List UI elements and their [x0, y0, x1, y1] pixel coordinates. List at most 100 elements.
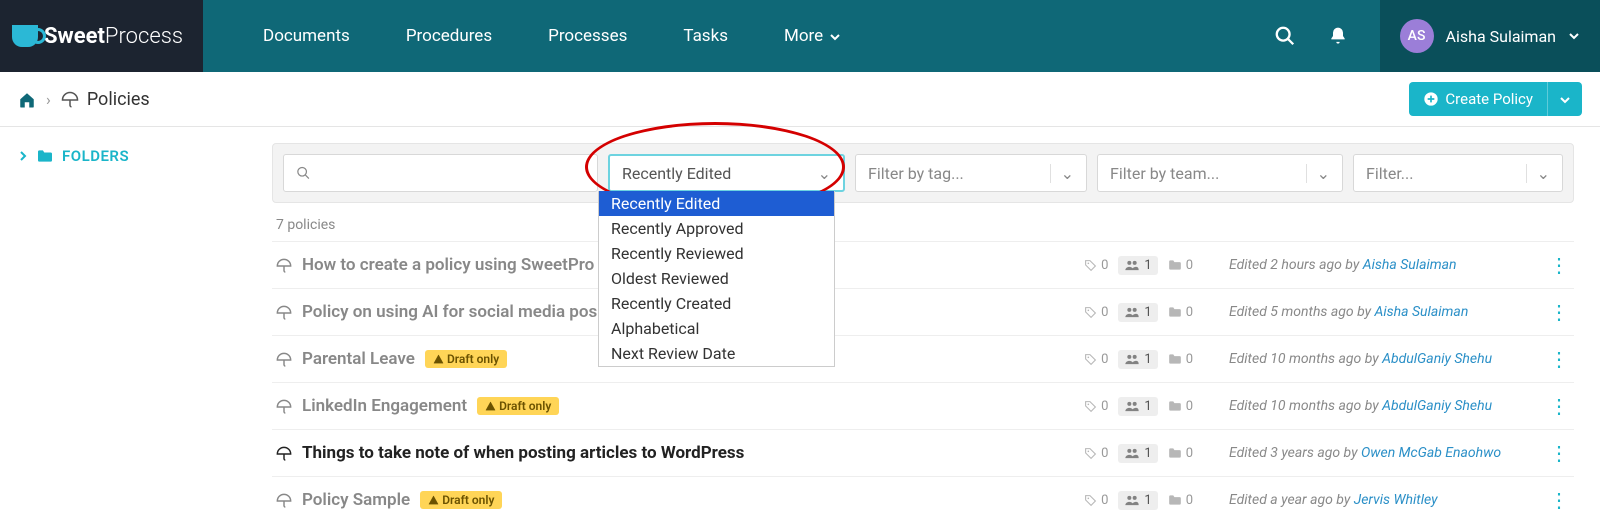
umbrella-icon	[276, 444, 292, 463]
chevron-down-icon: ⌄	[818, 164, 831, 183]
sort-option[interactable]: Oldest Reviewed	[599, 266, 834, 291]
edited-text: Edited 5 months ago by Aisha Sulaiman	[1229, 304, 1529, 320]
search-icon[interactable]	[1258, 25, 1312, 47]
nav-processes[interactable]: Processes	[520, 26, 655, 46]
row-menu-icon[interactable]: ⋮	[1549, 441, 1570, 465]
user-count: 1	[1118, 397, 1157, 416]
folder-count: 0	[1162, 256, 1199, 275]
create-policy-dropdown[interactable]	[1547, 82, 1582, 116]
team-filter[interactable]: Filter by team... ⌄	[1097, 154, 1343, 192]
policy-row[interactable]: Policy Sample Draft only 0 1 0Edited a y…	[272, 476, 1574, 523]
policy-row[interactable]: LinkedIn Engagement Draft only 0 1 0 Edit…	[272, 382, 1574, 429]
chevron-down-icon: ⌄	[1526, 164, 1550, 183]
umbrella-icon	[276, 303, 292, 322]
editor-link[interactable]: AbdulGaniy Shehu	[1382, 398, 1492, 414]
chevron-down-icon: ⌄	[1050, 164, 1074, 183]
filter-placeholder: Filter...	[1366, 164, 1516, 183]
user-count: 1	[1118, 491, 1157, 510]
policy-row[interactable]: Policy on using AI for social media pos …	[272, 288, 1574, 335]
tag-filter[interactable]: Filter by tag... ⌄	[855, 154, 1087, 192]
umbrella-icon	[276, 491, 292, 510]
editor-link[interactable]: Jervis Whitley	[1354, 492, 1438, 508]
user-count: 1	[1118, 303, 1157, 322]
sort-option[interactable]: Alphabetical	[599, 316, 834, 341]
policy-title: Policy on using AI for social media pos	[302, 302, 597, 322]
folder-count: 0	[1162, 444, 1199, 463]
generic-filter[interactable]: Filter... ⌄	[1353, 154, 1563, 192]
search-icon	[296, 165, 311, 181]
team-placeholder: Filter by team...	[1110, 164, 1296, 183]
bell-icon[interactable]	[1312, 26, 1364, 47]
logo[interactable]: SweetProcess	[0, 0, 203, 72]
chevron-down-icon	[1568, 30, 1580, 42]
row-menu-icon[interactable]: ⋮	[1549, 347, 1570, 371]
tag-count: 0	[1078, 444, 1114, 463]
editor-link[interactable]: Owen McGab Enaohwo	[1361, 445, 1501, 461]
umbrella-icon	[276, 350, 292, 369]
row-menu-icon[interactable]: ⋮	[1549, 253, 1570, 277]
chevron-down-icon: ⌄	[1306, 164, 1330, 183]
policy-title: Things to take note of when posting arti…	[302, 443, 744, 463]
avatar: AS	[1400, 19, 1434, 53]
user-menu[interactable]: AS Aisha Sulaiman	[1380, 0, 1600, 72]
result-count: 7 policies	[276, 217, 1574, 233]
folders-toggle[interactable]: FOLDERS	[18, 147, 236, 165]
sort-value: Recently Edited	[622, 164, 731, 183]
policy-title: How to create a policy using SweetPro	[302, 255, 594, 275]
editor-link[interactable]: Aisha Sulaiman	[1375, 304, 1469, 320]
edited-text: Edited 10 months ago by AbdulGaniy Shehu	[1229, 398, 1529, 414]
sidebar: FOLDERS	[0, 127, 254, 523]
edited-text: Edited 10 months ago by AbdulGaniy Shehu	[1229, 351, 1529, 367]
edited-text: Edited 2 hours ago by Aisha Sulaiman	[1229, 257, 1529, 273]
nav-procedures[interactable]: Procedures	[378, 26, 520, 46]
user-count: 1	[1118, 350, 1157, 369]
plus-circle-icon	[1423, 91, 1439, 107]
edited-text: Edited 3 years ago by Owen McGab Enaohwo	[1229, 445, 1529, 461]
top-nav: SweetProcess Documents Procedures Proces…	[0, 0, 1600, 72]
tag-count: 0	[1078, 303, 1114, 322]
tag-count: 0	[1078, 491, 1114, 510]
sort-option[interactable]: Recently Edited	[599, 191, 834, 216]
umbrella-icon	[276, 256, 292, 275]
editor-link[interactable]: AbdulGaniy Shehu	[1382, 351, 1492, 367]
filter-bar: Recently Edited ⌄ Filter by tag... ⌄ Fil…	[272, 143, 1574, 203]
user-name: Aisha Sulaiman	[1446, 27, 1556, 46]
folder-count: 0	[1162, 303, 1199, 322]
row-menu-icon[interactable]: ⋮	[1549, 394, 1570, 418]
sort-option[interactable]: Recently Created	[599, 291, 834, 316]
row-menu-icon[interactable]: ⋮	[1549, 300, 1570, 324]
policy-title: Parental Leave	[302, 349, 415, 369]
folder-count: 0	[1162, 350, 1199, 369]
create-policy-button[interactable]: Create Policy	[1409, 82, 1582, 116]
draft-badge: Draft only	[477, 397, 559, 415]
tag-count: 0	[1078, 397, 1114, 416]
editor-link[interactable]: Aisha Sulaiman	[1363, 257, 1457, 273]
home-icon[interactable]	[18, 89, 36, 109]
nav-more[interactable]: More	[756, 26, 869, 46]
folder-count: 0	[1162, 397, 1199, 416]
sort-option[interactable]: Recently Reviewed	[599, 241, 834, 266]
search-field[interactable]	[319, 164, 585, 183]
edited-text: Edited a year ago by Jervis Whitley	[1229, 492, 1529, 508]
search-input[interactable]	[283, 154, 598, 192]
policy-row[interactable]: Things to take note of when posting arti…	[272, 429, 1574, 476]
policy-title: LinkedIn Engagement	[302, 396, 467, 416]
caret-down-icon	[1560, 95, 1570, 105]
sort-option[interactable]: Next Review Date	[599, 341, 834, 366]
row-menu-icon[interactable]: ⋮	[1549, 488, 1570, 512]
nav-tasks[interactable]: Tasks	[655, 26, 756, 46]
policy-row[interactable]: How to create a policy using SweetPro 0 …	[272, 241, 1574, 288]
umbrella-icon	[61, 89, 79, 109]
content: Recently Edited ⌄ Filter by tag... ⌄ Fil…	[254, 127, 1600, 523]
tag-placeholder: Filter by tag...	[868, 164, 1040, 183]
policy-row[interactable]: Parental Leave Draft only 0 1 0Edited 10…	[272, 335, 1574, 382]
sort-dropdown: Recently Edited Recently Approved Recent…	[598, 191, 835, 367]
tag-count: 0	[1078, 256, 1114, 275]
user-count: 1	[1118, 256, 1157, 275]
nav-documents[interactable]: Documents	[235, 26, 378, 46]
sort-option[interactable]: Recently Approved	[599, 216, 834, 241]
sort-select[interactable]: Recently Edited ⌄	[608, 154, 845, 192]
folder-count: 0	[1162, 491, 1199, 510]
chevron-down-icon	[829, 31, 841, 43]
policy-title: Policy Sample	[302, 490, 410, 510]
